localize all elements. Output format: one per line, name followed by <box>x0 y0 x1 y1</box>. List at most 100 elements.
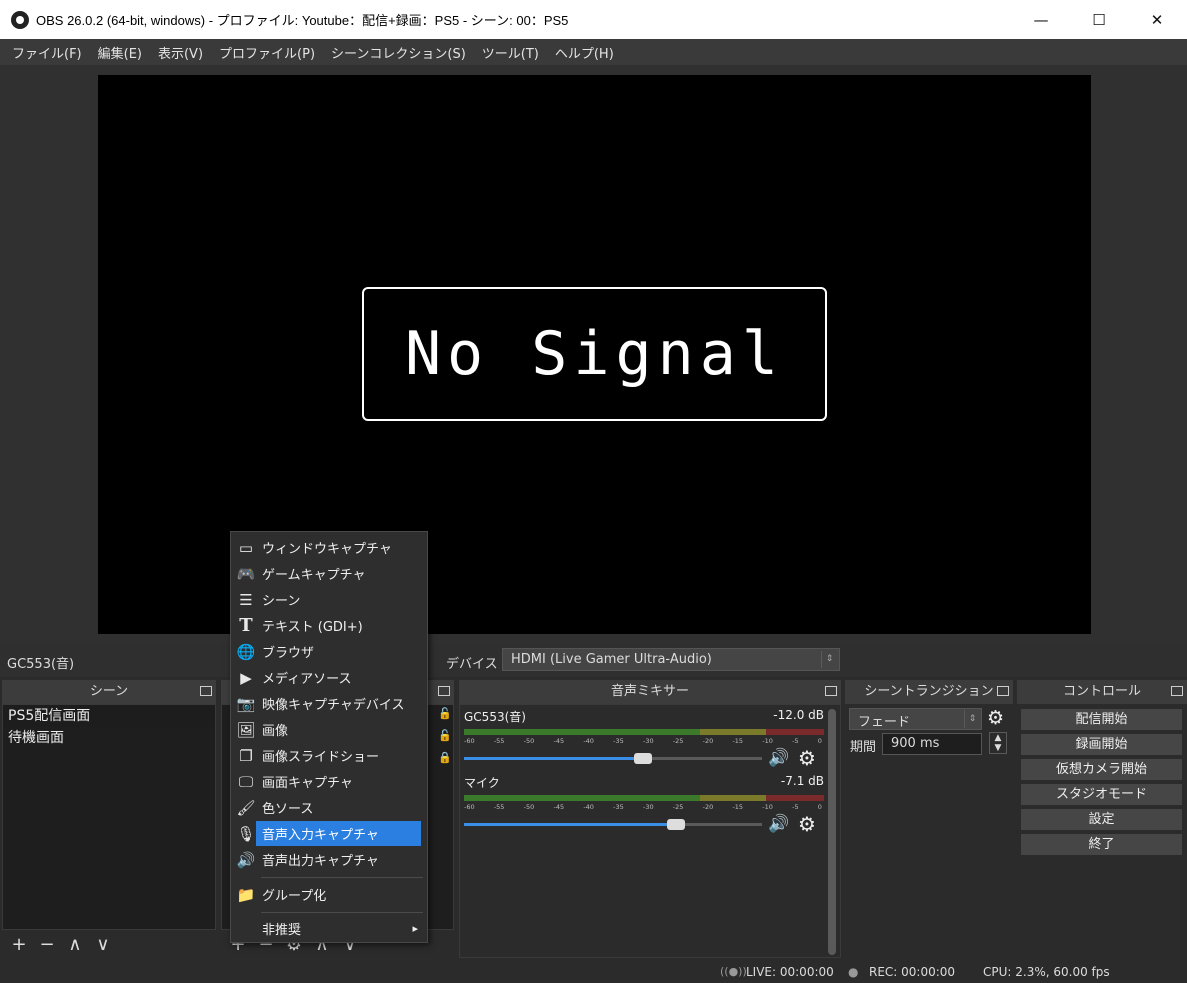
scene-item[interactable]: 待機画面 <box>3 727 215 749</box>
fader-knob[interactable] <box>667 819 685 830</box>
menu-file[interactable]: ファイル(F) <box>4 43 90 62</box>
duration-value: 900 ms <box>891 736 940 751</box>
cpu-status: CPU: 2.3%, 60.00 fps <box>983 965 1110 979</box>
speaker-icon[interactable]: 🔊 <box>768 814 789 834</box>
start-virtual-camera-button[interactable]: 仮想カメラ開始 <box>1021 759 1182 780</box>
audio-mixer-dock: 音声ミキサー GC553(音) -12.0 dB -60 -55 -50 -45 -40… <box>459 680 841 958</box>
status-bar: ((●)) LIVE: 00:00:00 ● REC: 00:00:00 CPU… <box>0 960 1187 983</box>
window-icon: ▭ <box>238 538 254 557</box>
undock-icon[interactable] <box>1171 686 1183 696</box>
gear-icon[interactable]: ⚙ <box>798 746 816 770</box>
source-toolbar: GC553(音) デバイス HDMI (Live Gamer Ultra-Aud… <box>0 645 1187 677</box>
menu-item-display-capture[interactable]: 🖵 画面キャプチャ <box>234 769 426 794</box>
speaker-icon[interactable]: 🔊 <box>768 748 789 768</box>
volume-meter <box>464 795 824 801</box>
studio-mode-button[interactable]: スタジオモード <box>1021 784 1182 805</box>
transitions-title: シーントランジション <box>864 684 994 699</box>
undock-icon[interactable] <box>200 686 212 696</box>
transition-select[interactable]: フェード ⇕ <box>849 708 982 730</box>
undock-icon[interactable] <box>825 686 837 696</box>
minimize-button[interactable]: — <box>1012 0 1070 39</box>
menu-scene-collection[interactable]: シーンコレクション(S) <box>323 43 474 62</box>
close-button[interactable]: ✕ <box>1128 0 1186 39</box>
chevron-updown-icon: ⇕ <box>821 651 837 668</box>
scenes-list: PS5配信画面 待機画面 <box>2 704 216 930</box>
menu-separator <box>261 912 423 913</box>
maximize-button[interactable]: ☐ <box>1070 0 1128 39</box>
fader-knob[interactable] <box>634 753 652 764</box>
obs-logo-icon <box>11 10 29 29</box>
menu-view[interactable]: 表示(V) <box>150 43 211 62</box>
gear-icon[interactable]: ⚙ <box>798 812 816 836</box>
rec-status: REC: 00:00:00 <box>869 965 956 979</box>
mixer-body: GC553(音) -12.0 dB -60 -55 -50 -45 -40 -35 -30-… <box>459 704 841 958</box>
menu-bar: ファイル(F) 編集(E) 表示(V) プロファイル(P) シーンコレクション(… <box>0 39 1187 65</box>
menu-item-audio-input-capture[interactable]: 🎙 音声入力キャプチャ <box>234 821 426 846</box>
scenes-title: シーン <box>89 684 129 699</box>
channel-name: GC553(音) <box>464 710 526 724</box>
add-source-menu: ▭ ウィンドウキャプチャ 🎮 ゲームキャプチャ ☰ シーン T テキスト (GDI+) … <box>230 531 428 943</box>
menu-item-scene[interactable]: ☰ シーン <box>234 587 426 612</box>
controls-dock: コントロール 配信開始 録画開始 仮想カメラ開始 スタジオモード 設定 終了 <box>1017 680 1187 958</box>
move-down-icon[interactable]: ∨ <box>92 934 114 955</box>
scenes-toolbar: + − ∧ ∨ <box>2 930 216 958</box>
chevron-updown-icon: ⇕ <box>964 710 980 728</box>
mixer-channel: GC553(音) -12.0 dB -60 -55 -50 -45 -40 -35 -30-… <box>464 708 824 770</box>
brush-icon: 🖌 <box>236 798 256 817</box>
lock-icon[interactable]: 🔓 <box>438 729 452 742</box>
no-signal-frame: No Signal <box>362 287 827 421</box>
live-indicator-icon: ((●)) <box>720 965 747 978</box>
menu-help[interactable]: ヘルプ(H) <box>547 43 622 62</box>
menu-item-deprecated[interactable]: 非推奨 ▸ <box>234 916 426 941</box>
menu-item-image-slideshow[interactable]: ❐ 画像スライドショー <box>234 743 426 768</box>
menu-item-media-source[interactable]: ▶ メディアソース <box>234 665 426 690</box>
move-up-icon[interactable]: ∧ <box>64 934 86 955</box>
exit-button[interactable]: 終了 <box>1021 834 1182 855</box>
globe-icon: 🌐 <box>236 642 256 661</box>
lock-icon[interactable]: 🔓 <box>438 707 452 720</box>
controls-title: コントロール <box>1062 684 1141 699</box>
volume-fader[interactable]: 🔊 ⚙ <box>464 812 824 836</box>
mixer-scrollbar[interactable] <box>828 709 836 955</box>
device-select[interactable]: HDMI (Live Gamer Ultra-Audio) ⇕ <box>502 648 840 671</box>
volume-meter <box>464 729 824 735</box>
settings-button[interactable]: 設定 <box>1021 809 1182 830</box>
text-icon: T <box>239 615 253 636</box>
menu-item-window-capture[interactable]: ▭ ウィンドウキャプチャ <box>234 535 426 560</box>
meter-scale: -60 -55 -50 -45 -40 -35 -30 -25 -20 -15 -10 -5 0 <box>464 803 822 811</box>
controls-header: コントロール <box>1017 680 1187 704</box>
menu-item-text[interactable]: T テキスト (GDI+) <box>234 613 426 638</box>
scenes-dock: シーン PS5配信画面 待機画面 + − ∧ ∨ <box>2 680 216 958</box>
mixer-channel: マイク -7.1 dB -60 -55 -50 -45 -40 -35 -30 -25 -20-… <box>464 774 824 836</box>
menu-item-video-capture-device[interactable]: 📷 映像キャプチャデバイス <box>234 691 426 716</box>
duration-spinner[interactable]: ▲ ▼ <box>989 732 1007 754</box>
menu-item-color-source[interactable]: 🖌 色ソース <box>234 795 426 820</box>
volume-fader[interactable]: 🔊 ⚙ <box>464 746 824 770</box>
gamepad-icon: 🎮 <box>236 564 256 583</box>
undock-icon[interactable] <box>438 686 450 696</box>
menu-item-browser[interactable]: 🌐 ブラウザ <box>234 639 426 664</box>
undock-icon[interactable] <box>997 686 1009 696</box>
channel-db: -12.0 dB <box>773 708 824 722</box>
scene-item[interactable]: PS5配信画面 <box>3 705 215 727</box>
live-status: LIVE: 00:00:00 <box>746 965 834 979</box>
menu-edit[interactable]: 編集(E) <box>90 43 150 62</box>
menu-item-image[interactable]: 🖼 画像 <box>234 717 426 742</box>
menu-tools[interactable]: ツール(T) <box>474 43 547 62</box>
channel-name: マイク <box>464 776 500 790</box>
lock-icon[interactable]: 🔒 <box>438 751 452 764</box>
menu-item-audio-output-capture[interactable]: 🔊 音声出力キャプチャ <box>234 847 426 872</box>
slideshow-icon: ❐ <box>239 746 253 765</box>
scenes-header: シーン <box>2 680 216 704</box>
start-streaming-button[interactable]: 配信開始 <box>1021 709 1182 730</box>
mixer-title: 音声ミキサー <box>610 684 689 699</box>
start-recording-button[interactable]: 録画開始 <box>1021 734 1182 755</box>
menu-item-game-capture[interactable]: 🎮 ゲームキャプチャ <box>234 561 426 586</box>
menu-profile[interactable]: プロファイル(P) <box>211 43 323 62</box>
transition-type: フェード <box>858 715 911 730</box>
add-icon[interactable]: + <box>8 934 30 955</box>
menu-item-group[interactable]: 📁 グループ化 <box>234 882 426 907</box>
remove-icon[interactable]: − <box>36 934 58 955</box>
duration-field[interactable]: 900 ms <box>882 733 982 755</box>
gear-icon[interactable]: ⚙ <box>987 707 1004 729</box>
